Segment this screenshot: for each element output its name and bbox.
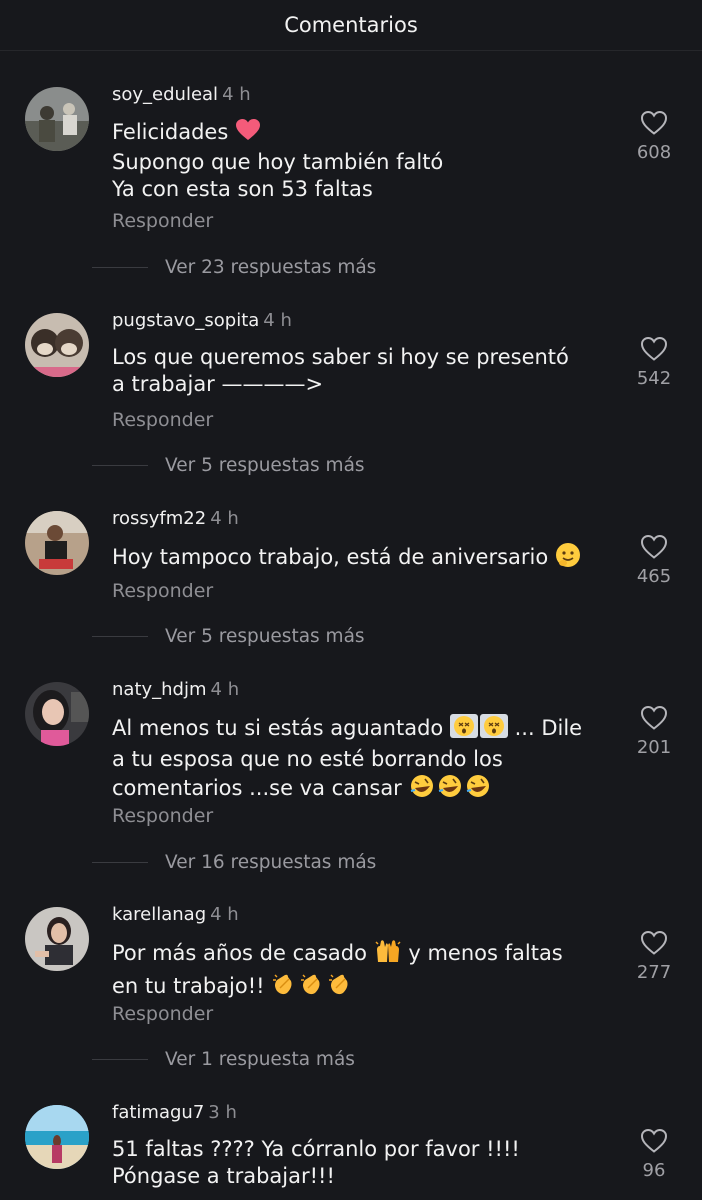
comment-line: Póngase a trabajar!!! xyxy=(112,1164,335,1188)
like-count: 277 xyxy=(636,962,672,983)
avatar-image xyxy=(25,87,89,151)
comment-meta: fatimagu7 3 h xyxy=(112,1102,237,1123)
comment-line: ... Dile xyxy=(514,716,583,740)
view-replies-button[interactable]: Ver 1 respuesta más xyxy=(92,1049,355,1070)
view-replies-label: Ver 23 respuestas más xyxy=(165,257,377,278)
comment-meta: rossyfm22 4 h xyxy=(112,508,239,529)
avatar[interactable] xyxy=(25,313,89,377)
heart-outline-icon xyxy=(640,534,668,559)
comment-line: Los que queremos saber si hoy se present… xyxy=(112,345,569,369)
like-count: 608 xyxy=(636,142,672,163)
heart-outline-icon xyxy=(640,1128,668,1153)
comment-text: Al menos tu si estás aguantado ... Dile … xyxy=(112,713,612,806)
comment-text: Los que queremos saber si hoy se present… xyxy=(112,344,612,398)
heart-outline-icon xyxy=(640,336,668,361)
like-button[interactable]: 96 xyxy=(626,1128,682,1181)
reply-button[interactable]: Responder xyxy=(112,805,213,827)
like-button[interactable]: 201 xyxy=(626,705,682,758)
comment-line: a trabajar ————> xyxy=(112,372,324,396)
dizzy-face-icon xyxy=(449,713,508,746)
like-button[interactable]: 608 xyxy=(626,110,682,163)
view-replies-button[interactable]: Ver 23 respuestas más xyxy=(92,257,376,278)
view-replies-button[interactable]: Ver 5 respuestas más xyxy=(92,455,365,476)
divider xyxy=(92,465,148,466)
divider xyxy=(92,862,148,863)
username[interactable]: rossyfm22 xyxy=(112,508,206,529)
page-title: Comentarios xyxy=(284,13,418,37)
like-button[interactable]: 465 xyxy=(626,534,682,587)
clapping-hands-icon xyxy=(271,971,355,1004)
divider xyxy=(92,1059,148,1060)
view-replies-label: Ver 1 respuesta más xyxy=(165,1049,355,1070)
comment-line: y menos faltas xyxy=(408,941,563,965)
timestamp: 4 h xyxy=(210,508,239,529)
comment-line: a tu esposa que no esté borrando los xyxy=(112,747,503,771)
avatar-image xyxy=(25,1105,89,1169)
avatar[interactable] xyxy=(25,907,89,971)
view-replies-label: Ver 5 respuestas más xyxy=(165,455,365,476)
avatar-image xyxy=(25,682,89,746)
username[interactable]: soy_eduleal xyxy=(112,84,218,105)
like-count: 201 xyxy=(636,737,672,758)
comment-line: Ya con esta son 53 faltas xyxy=(112,177,373,201)
comment-meta: soy_eduleal 4 h xyxy=(112,84,251,105)
comment-line: Felicidades xyxy=(112,120,229,144)
heart-outline-icon xyxy=(640,930,668,955)
comment-meta: karellanag 4 h xyxy=(112,904,239,925)
view-replies-label: Ver 16 respuestas más xyxy=(165,852,377,873)
comment-line: Hoy tampoco trabajo, está de aniversario xyxy=(112,545,549,569)
like-count: 465 xyxy=(636,566,672,587)
comment-line: Al menos tu si estás aguantado xyxy=(112,716,444,740)
divider xyxy=(92,267,148,268)
comment-meta: naty_hdjm 4 h xyxy=(112,679,239,700)
avatar[interactable] xyxy=(25,511,89,575)
reply-button[interactable]: Responder xyxy=(112,409,213,431)
like-count: 96 xyxy=(642,1160,666,1181)
reply-button[interactable]: Responder xyxy=(112,580,213,602)
reply-button[interactable]: Responder xyxy=(112,210,213,232)
like-count: 542 xyxy=(636,368,672,389)
comment-text: Hoy tampoco trabajo, está de aniversario xyxy=(112,542,612,575)
username[interactable]: karellanag xyxy=(112,904,206,925)
view-replies-label: Ver 5 respuestas más xyxy=(165,626,365,647)
username[interactable]: naty_hdjm xyxy=(112,679,207,700)
divider xyxy=(92,636,148,637)
timestamp: 4 h xyxy=(210,679,240,700)
timestamp: 4 h xyxy=(222,84,251,105)
comment-text: Felicidades Supongo que hoy también falt… xyxy=(112,118,612,203)
timestamp: 4 h xyxy=(263,310,292,331)
timestamp: 3 h xyxy=(208,1102,237,1123)
comment-line: en tu trabajo!! xyxy=(112,974,265,998)
rolling-on-floor-laughing-icon xyxy=(409,773,493,806)
like-button[interactable]: 542 xyxy=(626,336,682,389)
slightly-smiling-face-icon xyxy=(555,542,581,575)
comment-line: Por más años de casado xyxy=(112,941,367,965)
red-heart-icon xyxy=(235,118,261,149)
avatar-image xyxy=(25,511,89,575)
raising-hands-icon xyxy=(374,938,402,971)
avatar[interactable] xyxy=(25,1105,89,1169)
comment-line: comentarios ...se va cansar xyxy=(112,776,402,800)
avatar[interactable] xyxy=(25,682,89,746)
reply-button[interactable]: Responder xyxy=(112,1003,213,1025)
heart-outline-icon xyxy=(640,110,668,135)
view-replies-button[interactable]: Ver 16 respuestas más xyxy=(92,852,376,873)
comment-meta: pugstavo_sopita 4 h xyxy=(112,310,292,331)
comment-text: 51 faltas ???? Ya córranlo por favor !!!… xyxy=(112,1136,612,1190)
username[interactable]: fatimagu7 xyxy=(112,1102,204,1123)
avatar-image xyxy=(25,313,89,377)
username[interactable]: pugstavo_sopita xyxy=(112,310,259,331)
comment-line: Supongo que hoy también faltó xyxy=(112,150,444,174)
like-button[interactable]: 277 xyxy=(626,930,682,983)
avatar-image xyxy=(25,907,89,971)
heart-outline-icon xyxy=(640,705,668,730)
avatar[interactable] xyxy=(25,87,89,151)
comment-text: Por más años de casado y menos faltas en… xyxy=(112,938,612,1004)
view-replies-button[interactable]: Ver 5 respuestas más xyxy=(92,626,365,647)
comment-line: 51 faltas ???? Ya córranlo por favor !!!… xyxy=(112,1137,520,1161)
comments-header: Comentarios xyxy=(0,0,702,51)
timestamp: 4 h xyxy=(210,904,239,925)
